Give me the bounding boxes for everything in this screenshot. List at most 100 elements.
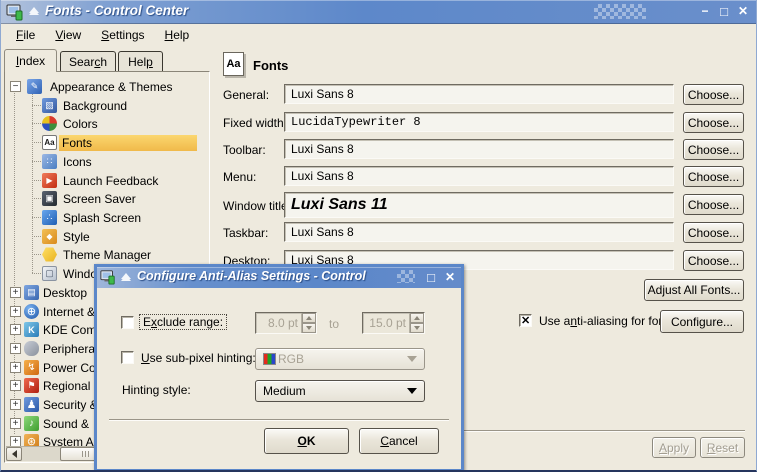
app-icon bbox=[6, 3, 24, 21]
expander-collapsed-icon[interactable] bbox=[10, 324, 21, 335]
dialog-maximize-button[interactable] bbox=[423, 269, 439, 285]
tree-item-label: KDE Com bbox=[40, 322, 99, 338]
tree-item-theme-manager[interactable]: Theme Manager bbox=[5, 245, 209, 264]
menubar: File View Settings Help bbox=[1, 24, 756, 46]
cancel-button[interactable]: Cancel bbox=[359, 428, 439, 454]
dialog-close-button[interactable] bbox=[442, 269, 458, 285]
font-row-label: Taskbar: bbox=[223, 226, 268, 240]
tree-item-label: Theme Manager bbox=[60, 247, 154, 263]
expander-collapsed-icon[interactable] bbox=[10, 343, 21, 354]
dropdown-arrow-icon bbox=[407, 356, 417, 362]
expander-collapsed-icon[interactable] bbox=[10, 418, 21, 429]
tree-item-style[interactable]: Style bbox=[5, 227, 209, 246]
spinbox-value: 8.0 pt bbox=[256, 313, 301, 333]
dropdown-value: Medium bbox=[263, 384, 306, 398]
apply-button[interactable]: Apply bbox=[652, 437, 696, 458]
choose-taskbar-button[interactable]: Choose... bbox=[683, 222, 744, 243]
dialog-body: Exclude range: 8.0 pt to 15.0 pt Use sub… bbox=[97, 288, 461, 468]
font-row-label: Window title: bbox=[223, 199, 291, 213]
anti-aliasing-checkbox[interactable] bbox=[519, 314, 532, 327]
maximize-button[interactable] bbox=[716, 3, 732, 19]
tab-index[interactable]: Index bbox=[4, 49, 57, 72]
anti-aliasing-label[interactable]: Use anti-aliasing for fonts bbox=[539, 314, 674, 328]
font-row-label: Toolbar: bbox=[223, 143, 266, 157]
font-preview-toolbar: Luxi Sans 8 bbox=[284, 139, 674, 159]
tree-item-background[interactable]: Background bbox=[5, 96, 209, 115]
font-preview-text: Luxi Sans 8 bbox=[291, 87, 354, 101]
tree-item-label: Launch Feedback bbox=[60, 173, 161, 189]
spin-up-icon[interactable] bbox=[302, 313, 316, 323]
expander-expanded-icon[interactable] bbox=[10, 81, 21, 92]
ok-button[interactable]: OK bbox=[264, 428, 349, 454]
fonts-module-icon: Aa bbox=[223, 52, 244, 76]
desktop-icon bbox=[24, 285, 39, 300]
menu-file[interactable]: File bbox=[6, 26, 45, 44]
tree-item-launch-feedback[interactable]: Launch Feedback bbox=[5, 171, 209, 190]
minimize-button[interactable] bbox=[697, 3, 713, 19]
tree-item-label: Power Co bbox=[40, 360, 99, 376]
spin-up-icon[interactable] bbox=[410, 313, 424, 323]
font-row-label: Fixed width: bbox=[223, 116, 287, 130]
spin-down-icon[interactable] bbox=[302, 323, 316, 333]
kde-components-icon bbox=[24, 322, 39, 337]
control-center-window: Fonts - Control Center File View Setting… bbox=[0, 0, 757, 472]
configure-button[interactable]: Configure... bbox=[660, 310, 744, 333]
menu-settings[interactable]: Settings bbox=[91, 26, 154, 44]
choose-desktop-button[interactable]: Choose... bbox=[683, 250, 744, 271]
spinbox-value: 15.0 pt bbox=[363, 313, 409, 333]
expander-collapsed-icon[interactable] bbox=[10, 399, 21, 410]
expander-collapsed-icon[interactable] bbox=[10, 380, 21, 391]
font-preview-taskbar: Luxi Sans 8 bbox=[284, 222, 674, 242]
tree-item-appearance-themes[interactable]: Appearance & Themes bbox=[5, 77, 209, 96]
hinting-style-dropdown[interactable]: Medium bbox=[255, 380, 425, 402]
regional-icon bbox=[24, 378, 39, 393]
expander-collapsed-icon[interactable] bbox=[10, 287, 21, 298]
font-preview-text: Luxi Sans 8 bbox=[291, 169, 354, 183]
adjust-all-fonts-button[interactable]: Adjust All Fonts... bbox=[644, 279, 744, 301]
exclude-range-label[interactable]: Exclude range: bbox=[139, 314, 227, 330]
tree-item-label: Icons bbox=[60, 154, 95, 170]
tree-item-icons[interactable]: Icons bbox=[5, 152, 209, 171]
shade-icon[interactable] bbox=[121, 273, 131, 279]
expander-collapsed-icon[interactable] bbox=[10, 362, 21, 373]
choose-toolbar-button[interactable]: Choose... bbox=[683, 139, 744, 160]
tree-item-fonts[interactable]: Fonts bbox=[5, 133, 209, 152]
tree-item-label: Regional bbox=[40, 378, 93, 394]
background-icon bbox=[42, 98, 57, 113]
dropdown-arrow-icon bbox=[407, 388, 417, 394]
choose-menu-button[interactable]: Choose... bbox=[683, 166, 744, 187]
icons-icon bbox=[42, 154, 57, 169]
choose-fixed-width-button[interactable]: Choose... bbox=[683, 112, 744, 133]
power-control-icon bbox=[24, 360, 39, 375]
tree-item-colors[interactable]: Colors bbox=[5, 114, 209, 133]
close-button[interactable] bbox=[735, 3, 751, 19]
peripherals-icon bbox=[24, 341, 39, 356]
exclude-from-spinbox[interactable]: 8.0 pt bbox=[255, 312, 317, 334]
configure-anti-alias-dialog: Configure Anti-Alias Settings - Control … bbox=[94, 264, 464, 472]
choose-window-title-button[interactable]: Choose... bbox=[683, 194, 744, 215]
shade-icon[interactable] bbox=[29, 7, 39, 13]
font-preview-text: Luxi Sans 8 bbox=[291, 142, 354, 156]
scroll-left-icon[interactable] bbox=[6, 447, 22, 461]
expander-collapsed-icon[interactable] bbox=[10, 306, 21, 317]
spin-down-icon[interactable] bbox=[410, 323, 424, 333]
window-titlebar[interactable]: Fonts - Control Center bbox=[1, 0, 756, 24]
tree-item-label: Background bbox=[60, 98, 130, 114]
sub-pixel-order-dropdown[interactable]: RGB bbox=[255, 348, 425, 370]
sub-pixel-hinting-checkbox[interactable] bbox=[121, 351, 134, 364]
sub-pixel-hinting-label[interactable]: Use sub-pixel hinting: bbox=[141, 351, 256, 365]
dialog-titlebar[interactable]: Configure Anti-Alias Settings - Control bbox=[97, 267, 461, 288]
dialog-app-icon bbox=[100, 269, 116, 285]
menu-view[interactable]: View bbox=[45, 26, 91, 44]
choose-general-button[interactable]: Choose... bbox=[683, 84, 744, 105]
tab-search[interactable]: Search bbox=[60, 51, 116, 71]
exclude-to-spinbox[interactable]: 15.0 pt bbox=[362, 312, 425, 334]
tree-item-screen-saver[interactable]: Screen Saver bbox=[5, 189, 209, 208]
menu-help[interactable]: Help bbox=[155, 26, 200, 44]
exclude-range-checkbox[interactable] bbox=[121, 316, 134, 329]
style-icon bbox=[42, 229, 57, 244]
titlebar-dither-decoration bbox=[594, 4, 646, 19]
reset-button[interactable]: Reset bbox=[700, 437, 745, 458]
tab-help[interactable]: Help bbox=[118, 51, 163, 71]
tree-item-splash-screen[interactable]: Splash Screen bbox=[5, 208, 209, 227]
